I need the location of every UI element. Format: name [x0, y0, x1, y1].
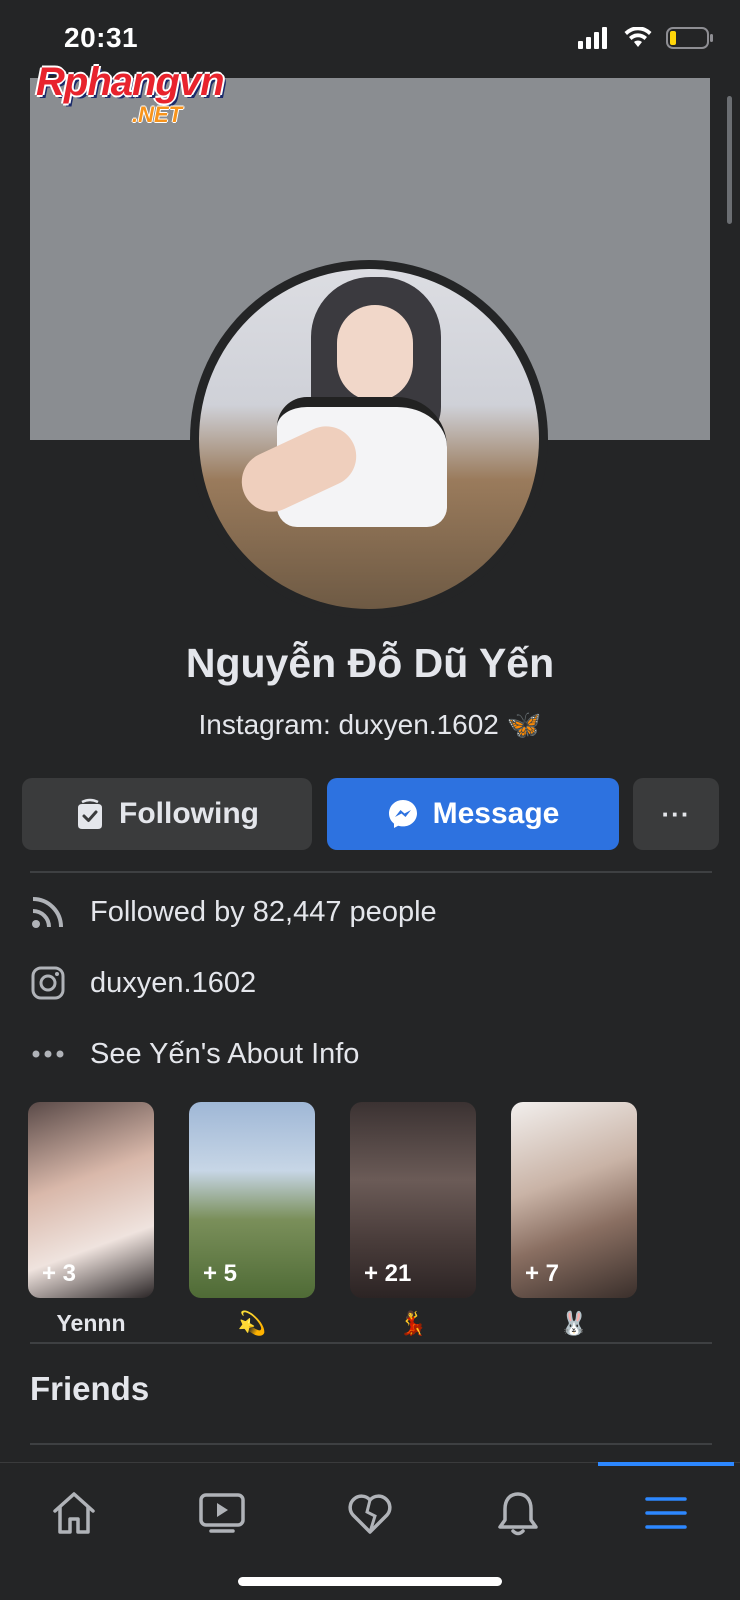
highlight-item[interactable]: + 21 💃 [350, 1102, 476, 1340]
tab-menu[interactable] [626, 1483, 706, 1543]
battery-icon [666, 27, 713, 49]
friends-section-title: Friends [30, 1370, 150, 1407]
highlight-item[interactable]: + 3 Yennn [28, 1102, 154, 1340]
highlight-label: Yennn [56, 1310, 126, 1336]
ellipsis-icon [30, 1036, 66, 1072]
tab-notifications[interactable] [478, 1483, 558, 1543]
status-icons [578, 26, 714, 50]
story-highlights: + 3 Yennn + 5 💫 + 21 💃 + 7 🐰 [28, 1102, 637, 1340]
scrollbar[interactable] [727, 96, 732, 224]
home-indicator [238, 1577, 502, 1586]
highlight-item[interactable]: + 5 💫 [189, 1102, 315, 1340]
about-info-row[interactable]: See Yến's About Info [30, 1029, 359, 1079]
highlight-thumbnail: + 7 [511, 1102, 637, 1298]
following-label: Following [119, 797, 259, 830]
tab-watch[interactable] [182, 1483, 262, 1543]
highlight-item[interactable]: + 7 🐰 [511, 1102, 637, 1340]
divider [30, 1443, 712, 1445]
about-info-text: See Yến's About Info [90, 1037, 360, 1070]
message-label: Message [432, 797, 560, 830]
highlight-thumbnail: + 5 [189, 1102, 315, 1298]
profile-bio: Instagram: duxyen.1602 🦋 [198, 709, 542, 740]
tab-dating[interactable] [330, 1483, 410, 1543]
status-time: 20:31 [64, 22, 139, 53]
more-dots-icon: ··· [661, 798, 691, 829]
instagram-handle: duxyen.1602 [90, 966, 257, 999]
dating-heart-icon [348, 1494, 392, 1534]
video-icon [199, 1493, 245, 1533]
highlight-label: 💃 [398, 1310, 428, 1336]
tab-home[interactable] [34, 1483, 114, 1543]
menu-icon [645, 1497, 687, 1529]
profile-picture[interactable] [190, 260, 548, 618]
signal-icon [578, 27, 607, 49]
highlight-thumbnail: + 21 [350, 1102, 476, 1298]
watermark-main: Rphangvn [36, 60, 225, 104]
highlight-label: 🐰 [559, 1310, 589, 1336]
watermark-logo: Rphangvn .NET [36, 60, 225, 127]
highlight-count: + 5 [203, 1260, 238, 1287]
profile-name: Nguyễn Đỗ Dũ Yến [185, 640, 555, 686]
divider [30, 1342, 712, 1344]
home-icon [53, 1492, 95, 1534]
more-options-button[interactable]: ··· [633, 778, 719, 850]
instagram-icon [30, 965, 66, 1001]
highlight-count: + 7 [525, 1260, 560, 1287]
profile-picture-image [199, 269, 539, 609]
highlight-count: + 3 [42, 1260, 77, 1287]
instagram-row[interactable]: duxyen.1602 [30, 958, 256, 1008]
bell-icon [498, 1492, 538, 1536]
divider [30, 871, 712, 873]
watermark-sub: .NET [132, 102, 183, 127]
following-button[interactable]: Following [22, 778, 312, 850]
wifi-icon [624, 27, 652, 47]
followers-text: Followed by 82,447 people [90, 895, 437, 928]
following-check-icon [78, 798, 103, 829]
message-button[interactable]: Message [327, 778, 619, 850]
followers-row: Followed by 82,447 people [30, 887, 437, 937]
rss-followers-icon [30, 894, 66, 930]
messenger-icon [388, 800, 417, 828]
highlight-count: + 21 [364, 1260, 412, 1287]
highlight-label: 💫 [237, 1310, 267, 1336]
highlight-thumbnail: + 3 [28, 1102, 154, 1298]
active-tab-indicator [598, 1462, 734, 1466]
